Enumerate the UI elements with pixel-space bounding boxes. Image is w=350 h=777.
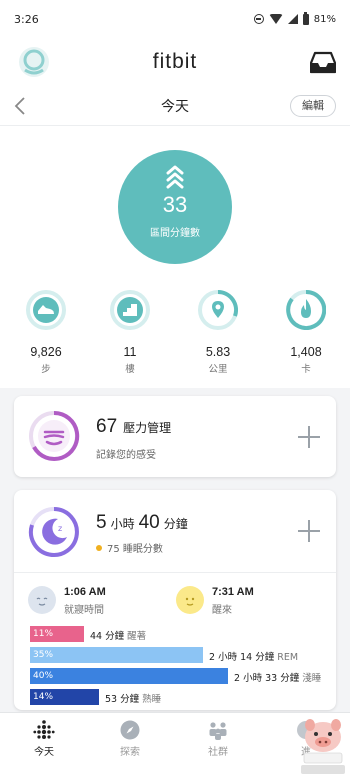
stress-management-card[interactable]: 67 壓力管理 記錄您的感受 bbox=[14, 396, 336, 477]
status-icons: 81% bbox=[253, 11, 336, 25]
sleep-minutes: 40 bbox=[138, 512, 160, 533]
stress-title: 67 壓力管理 bbox=[96, 416, 171, 438]
bottom-navigation: 今天 探索 社群 進 bbox=[0, 712, 350, 777]
calories-value: 1,408 bbox=[290, 345, 322, 359]
sleep-stage-duration: 2 小時 14 分鐘 bbox=[209, 652, 275, 663]
profile-avatar-icon[interactable] bbox=[18, 46, 50, 78]
chevron-left-icon[interactable] bbox=[12, 96, 30, 116]
svg-text:z: z bbox=[58, 524, 62, 533]
sleep-stage-text: 53 分鐘 熟睡 bbox=[105, 691, 161, 705]
bedtime-block: 1:06 AM 就寢時間 bbox=[64, 586, 106, 616]
divider bbox=[14, 572, 336, 573]
stat-calories[interactable]: 1,408 卡 bbox=[276, 290, 336, 375]
sleep-stage-row: 40% 2 小時 33 分鐘 淺睡 bbox=[30, 668, 330, 684]
battery-icon bbox=[302, 11, 309, 25]
sleep-stage-name: 淺睡 bbox=[302, 673, 322, 684]
bedtime-label: 就寢時間 bbox=[64, 605, 104, 616]
location-pin-icon bbox=[198, 290, 238, 330]
app-title: fitbit bbox=[152, 50, 198, 73]
do-not-disturb-icon bbox=[253, 14, 264, 24]
flame-icon bbox=[286, 290, 326, 330]
today-summary: 33 區間分鐘數 9,826 步 11 樓 5.83 公里 1,408 卡 bbox=[0, 126, 350, 388]
nav-discover[interactable]: 探索 bbox=[100, 719, 160, 758]
wake-block: 7:31 AM 醒來 bbox=[212, 586, 254, 616]
stress-subtitle: 記錄您的感受 bbox=[96, 450, 156, 461]
steps-value: 9,826 bbox=[30, 345, 62, 359]
inbox-icon[interactable] bbox=[310, 50, 336, 74]
sleep-minutes-unit: 分鐘 bbox=[163, 517, 188, 531]
add-stress-log-icon[interactable] bbox=[298, 426, 320, 448]
sleep-score: 75 睡眠分數 bbox=[96, 540, 163, 555]
cell-signal-icon bbox=[287, 14, 298, 24]
sleep-stage-row: 35% 2 小時 14 分鐘 REM bbox=[30, 647, 330, 663]
wake-sun-icon bbox=[176, 586, 204, 614]
sleep-stage-bar: 40% bbox=[30, 668, 228, 684]
wake-label: 醒來 bbox=[212, 605, 232, 616]
zone-minutes-value: 33 bbox=[162, 192, 188, 217]
stairs-icon bbox=[110, 290, 150, 330]
sleep-moon-icon: z bbox=[28, 507, 79, 557]
chevrons-up-icon bbox=[166, 165, 184, 189]
nav-today[interactable]: 今天 bbox=[14, 719, 74, 758]
wifi-icon bbox=[268, 14, 283, 24]
app-header: fitbit bbox=[0, 38, 350, 86]
sleep-stage-row: 11% 44 分鐘 醒著 bbox=[30, 626, 330, 642]
nav-today-label: 今天 bbox=[34, 747, 54, 758]
people-icon bbox=[209, 722, 227, 740]
sleep-stage-bar: 14% bbox=[30, 689, 99, 705]
floors-value: 11 bbox=[123, 345, 137, 359]
stat-distance[interactable]: 5.83 公里 bbox=[188, 290, 248, 375]
add-sleep-log-icon[interactable] bbox=[298, 520, 320, 542]
stress-score: 67 bbox=[96, 416, 118, 437]
nav-community-label: 社群 bbox=[208, 747, 228, 758]
fitbit-dots-icon bbox=[33, 720, 55, 739]
compass-icon bbox=[120, 720, 140, 740]
stress-face-icon bbox=[29, 410, 80, 461]
zone-minutes-label: 區間分鐘數 bbox=[150, 228, 200, 239]
distance-value: 5.83 bbox=[205, 345, 231, 359]
sleep-stage-name: 熟睡 bbox=[142, 694, 162, 705]
sleep-stage-duration: 53 分鐘 bbox=[105, 694, 140, 705]
sleep-stage-text: 2 小時 33 分鐘 淺睡 bbox=[234, 670, 321, 684]
sleep-card[interactable]: z 5 小時 40 分鐘 75 睡眠分數 1:06 AM 就寢時間 7:31 A… bbox=[14, 490, 336, 710]
stat-floors[interactable]: 11 樓 bbox=[100, 290, 160, 375]
sleep-hours-unit: 小時 bbox=[110, 517, 135, 531]
mascot-watermark-icon bbox=[301, 719, 345, 774]
battery-percent: 81% bbox=[313, 13, 336, 25]
bedtime-time: 1:06 AM bbox=[64, 586, 106, 598]
sleep-stage-bar: 35% bbox=[30, 647, 203, 663]
date-navigation: 今天 編輯 bbox=[0, 86, 350, 126]
sleep-stage-duration: 44 分鐘 bbox=[90, 631, 125, 642]
wake-time: 7:31 AM bbox=[212, 586, 254, 598]
sleep-score-text: 75 睡眠分數 bbox=[107, 544, 163, 555]
stress-title-text: 壓力管理 bbox=[123, 421, 172, 435]
score-dot-icon bbox=[96, 544, 102, 551]
zone-minutes-circle[interactable]: 33 區間分鐘數 bbox=[118, 150, 232, 264]
calories-unit: 卡 bbox=[301, 364, 311, 375]
shoe-icon bbox=[26, 290, 66, 330]
sleep-stage-bar: 11% bbox=[30, 626, 84, 642]
nav-community[interactable]: 社群 bbox=[188, 719, 248, 758]
sleep-stage-text: 2 小時 14 分鐘 REM bbox=[209, 649, 298, 663]
distance-unit: 公里 bbox=[208, 364, 228, 375]
stat-steps[interactable]: 9,826 步 bbox=[16, 290, 76, 375]
status-time: 3:26 bbox=[14, 12, 39, 26]
sleep-stage-duration: 2 小時 33 分鐘 bbox=[234, 673, 300, 684]
day-title: 今天 bbox=[161, 98, 189, 115]
sleep-stage-name: 醒著 bbox=[127, 631, 147, 642]
bedtime-moon-icon bbox=[28, 586, 56, 614]
nav-discover-label: 探索 bbox=[120, 747, 140, 758]
sleep-duration: 5 小時 40 分鐘 bbox=[96, 512, 188, 534]
steps-unit: 步 bbox=[41, 364, 51, 375]
sleep-hours: 5 bbox=[96, 512, 107, 533]
sleep-stage-text: 44 分鐘 醒著 bbox=[90, 628, 146, 642]
sleep-stage-row: 14% 53 分鐘 熟睡 bbox=[30, 689, 330, 705]
status-bar: 3:26 81% bbox=[0, 0, 350, 38]
edit-button[interactable]: 編輯 bbox=[290, 95, 336, 117]
floors-unit: 樓 bbox=[125, 364, 135, 375]
sleep-stage-name: REM bbox=[277, 652, 299, 663]
